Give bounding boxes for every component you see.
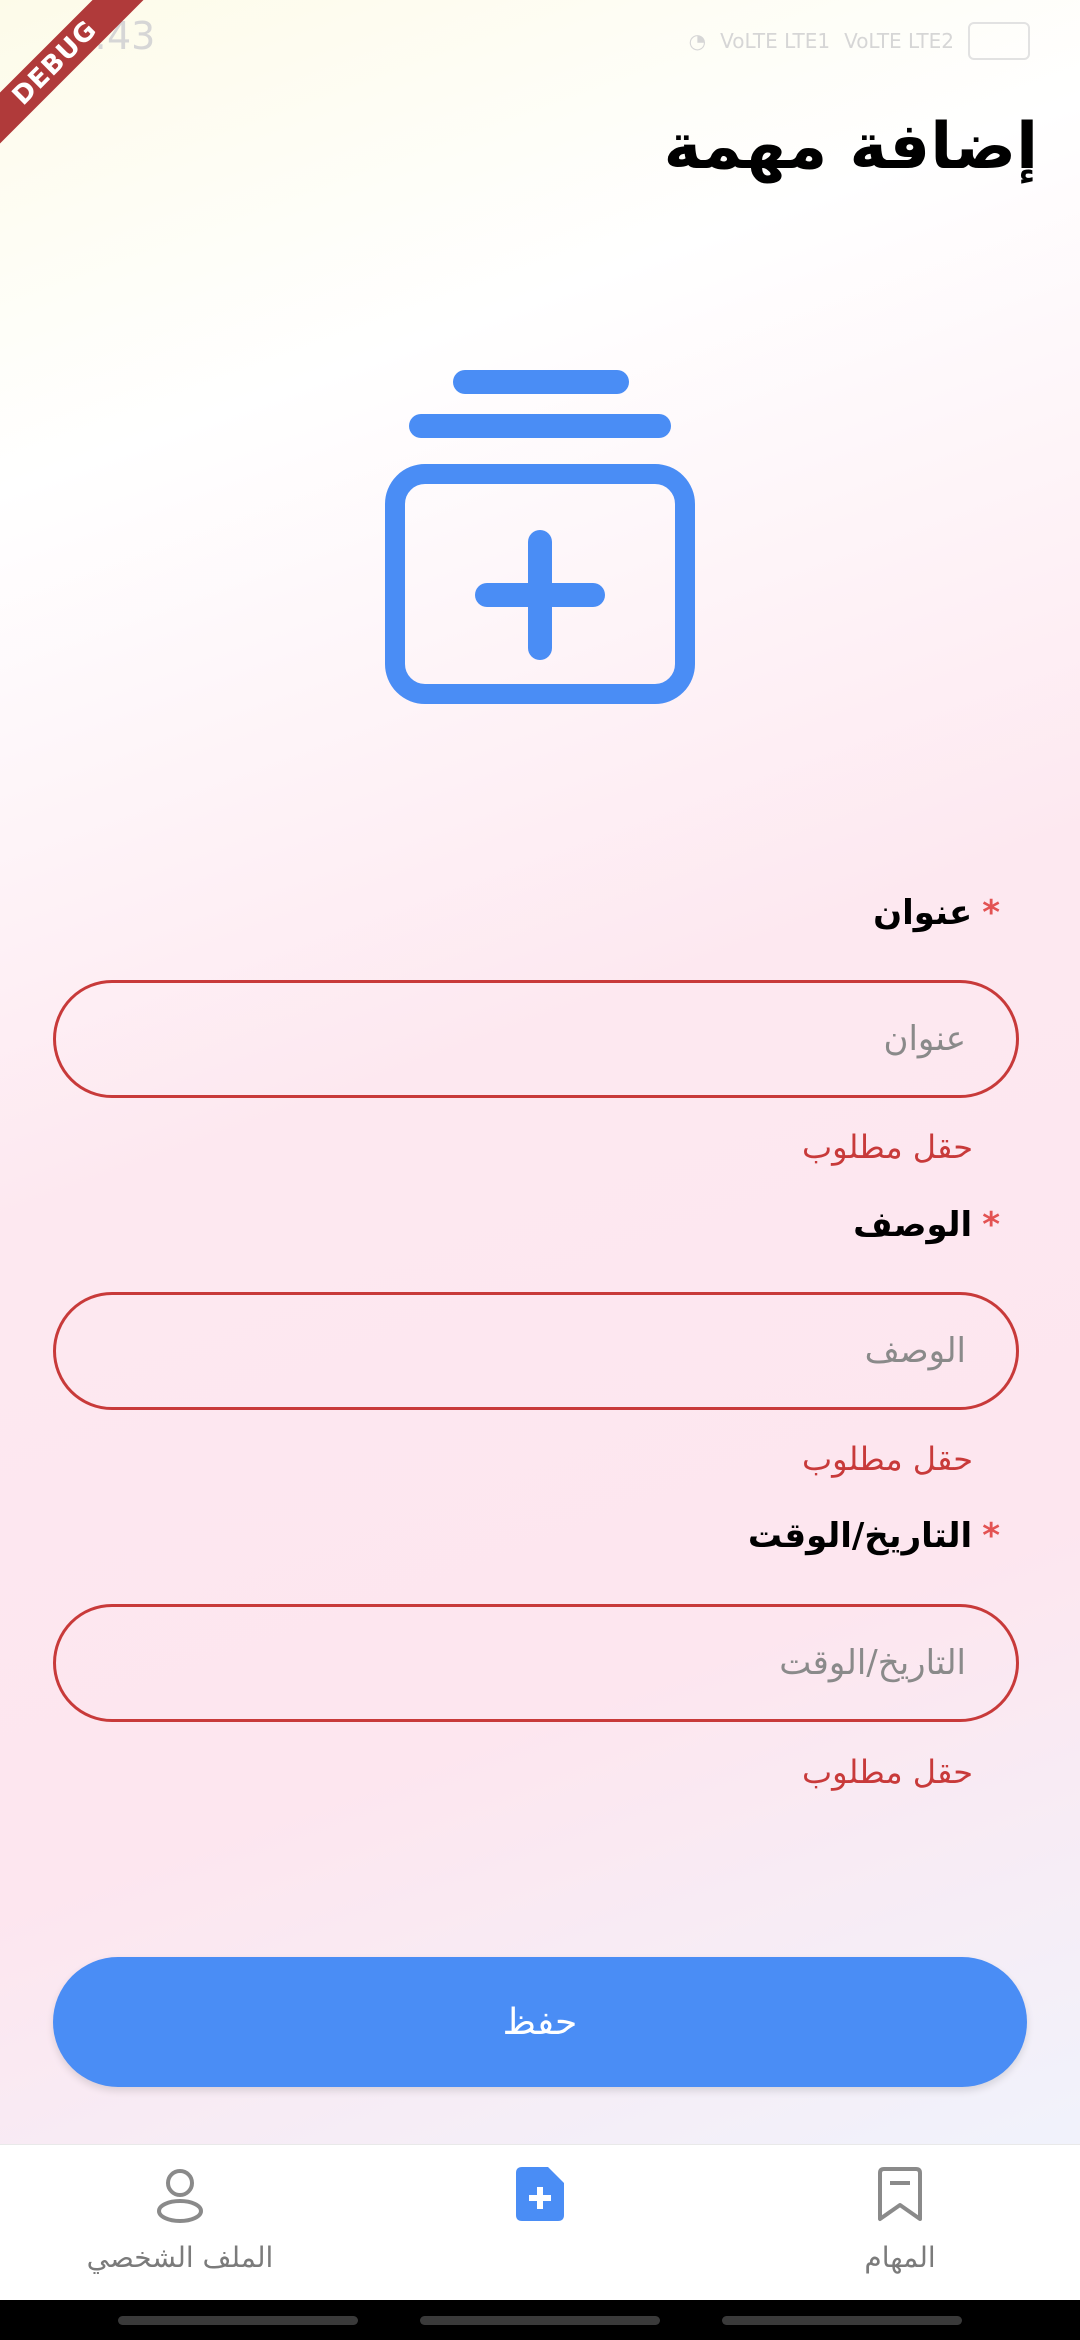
status-icons: ◔ VoLTE LTE1 VoLTE LTE2 xyxy=(689,22,1030,60)
description-input[interactable] xyxy=(53,1292,1019,1410)
wifi-icon: ◔ xyxy=(688,29,707,53)
required-mark: * xyxy=(982,893,1000,933)
nav-item-profile[interactable]: الملف الشخصي xyxy=(30,2145,330,2301)
title-error: حقل مطلوب xyxy=(801,1128,973,1166)
gesture-pill xyxy=(420,2316,660,2325)
gesture-pill xyxy=(118,2316,358,2325)
description-error: حقل مطلوب xyxy=(801,1440,973,1478)
network-2: VoLTE LTE2 xyxy=(844,29,954,53)
description-label-text: الوصف xyxy=(853,1205,973,1245)
bottom-nav: الملف الشخصي المهام xyxy=(0,2144,1080,2301)
network-1: VoLTE LTE1 xyxy=(720,29,831,53)
battery-icon xyxy=(968,22,1030,60)
datetime-error: حقل مطلوب xyxy=(801,1753,973,1791)
nav-label-tasks: المهام xyxy=(864,2241,936,2274)
add-task-icon xyxy=(385,370,695,704)
person-icon xyxy=(157,2169,203,2223)
nav-label-profile: الملف الشخصي xyxy=(86,2241,274,2274)
save-button[interactable]: حفظ xyxy=(53,1957,1027,2087)
title-input[interactable] xyxy=(53,980,1019,1098)
nav-item-add-task[interactable] xyxy=(390,2145,690,2301)
datetime-label: *التاريخ/الوقت xyxy=(748,1516,1000,1556)
page-title: إضافة مهمة xyxy=(663,110,1038,184)
status-bar: 3:43 ◔ VoLTE LTE1 VoLTE LTE2 xyxy=(0,0,1080,80)
gesture-pill xyxy=(722,2316,962,2325)
system-navigation-bar xyxy=(0,2300,1080,2340)
datetime-input[interactable] xyxy=(53,1604,1019,1722)
add-document-icon xyxy=(516,2167,564,2221)
bookmark-icon xyxy=(878,2167,922,2221)
required-mark: * xyxy=(982,1516,1000,1556)
datetime-label-text: التاريخ/الوقت xyxy=(747,1516,973,1556)
nav-item-tasks[interactable]: المهام xyxy=(750,2145,1050,2301)
description-label: *الوصف xyxy=(853,1205,1000,1245)
title-label: *عنوان xyxy=(873,893,1000,933)
title-label-text: عنوان xyxy=(873,893,973,933)
required-mark: * xyxy=(982,1205,1000,1245)
